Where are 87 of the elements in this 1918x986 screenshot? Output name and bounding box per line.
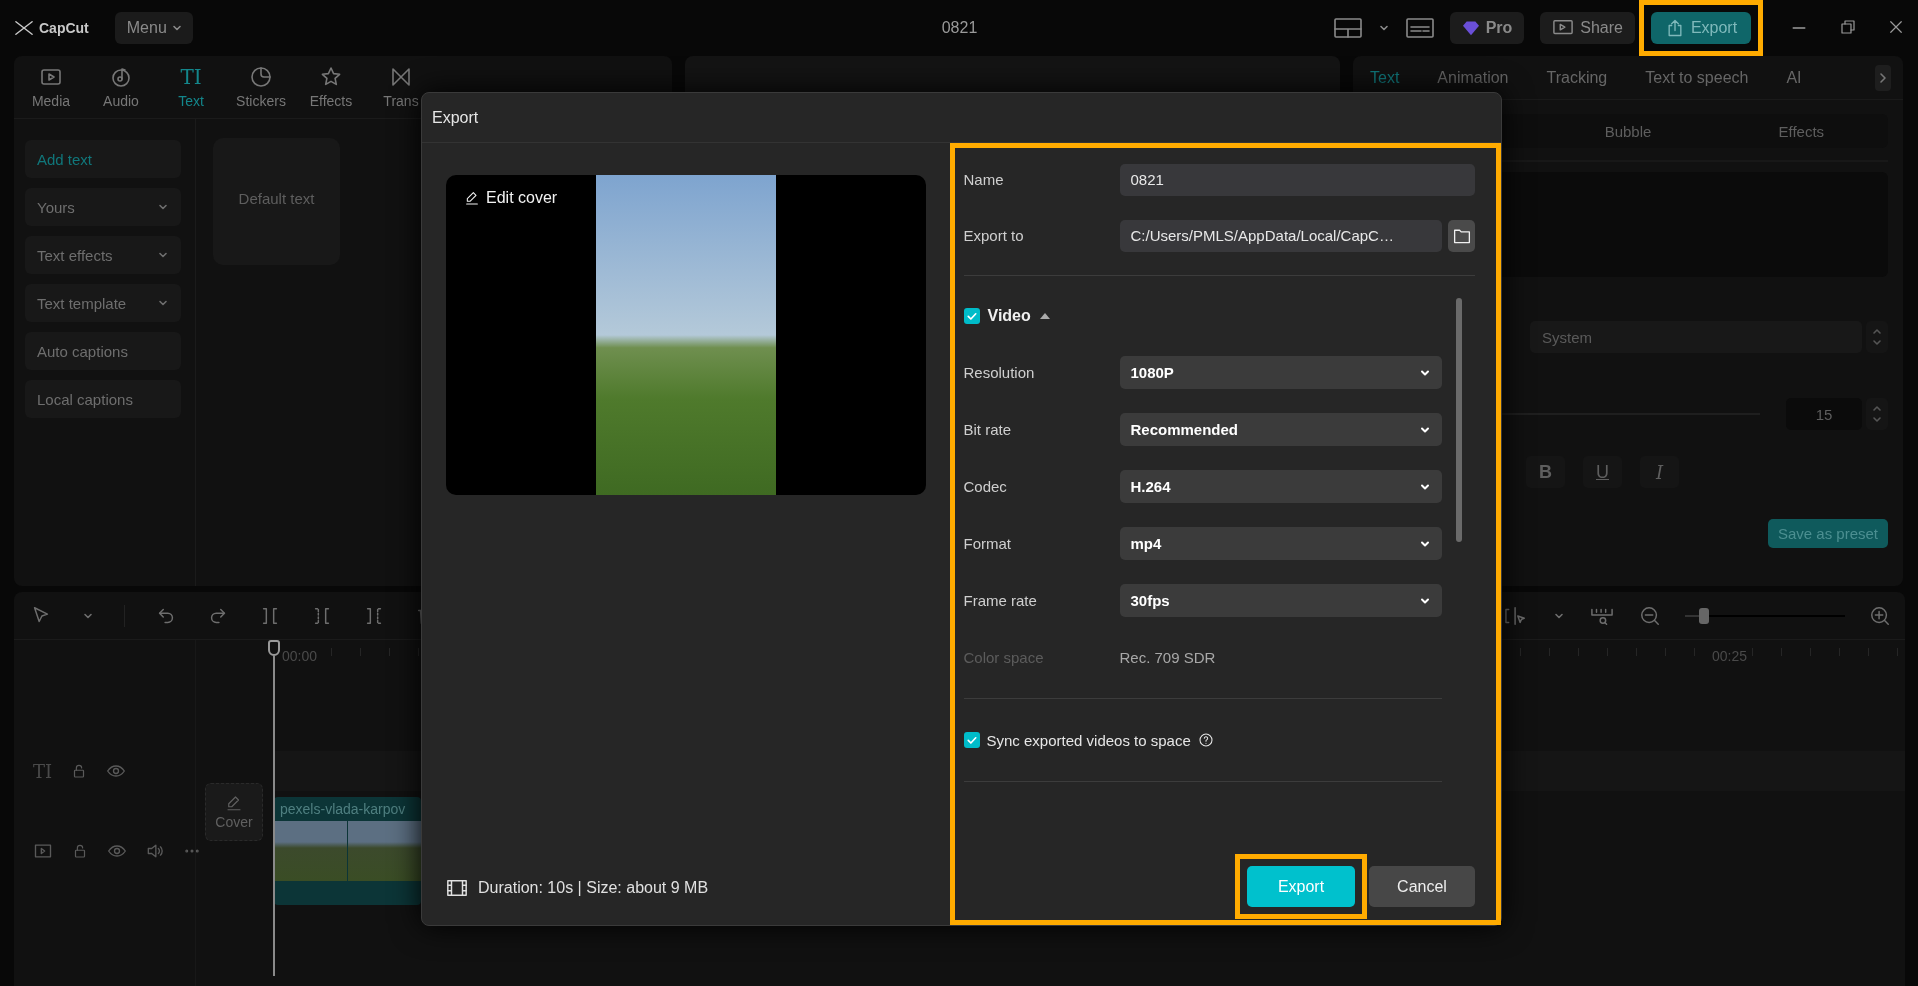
text-track-icon: TI xyxy=(33,760,53,782)
dialog-title: Export xyxy=(422,93,1501,143)
playhead[interactable] xyxy=(268,640,280,976)
panel-tab[interactable]: TI Text xyxy=(156,56,226,118)
zoom-slider[interactable] xyxy=(1685,608,1845,623)
panel-tab[interactable]: Effects xyxy=(296,56,366,118)
category-item[interactable]: Auto captions xyxy=(25,332,181,370)
pencil-icon xyxy=(464,190,480,206)
layout-icon[interactable] xyxy=(1333,18,1362,38)
slider-thumb[interactable] xyxy=(1699,607,1710,624)
menu-button[interactable]: Menu xyxy=(114,12,193,44)
category-item[interactable]: Text effects xyxy=(25,236,181,274)
app-name: CapCut xyxy=(39,20,89,36)
subtitle-icon[interactable] xyxy=(1405,18,1434,38)
zoom-in-icon[interactable] xyxy=(1869,604,1891,627)
cancel-button[interactable]: Cancel xyxy=(1369,866,1475,907)
panel-tab[interactable]: Media xyxy=(16,56,86,118)
video-clip[interactable]: pexels-vlada-karpov xyxy=(274,797,421,905)
field-label: Name xyxy=(963,171,1005,188)
text-style-button[interactable]: I xyxy=(1640,456,1679,488)
text-style-button[interactable]: B xyxy=(1526,456,1565,488)
dropdown[interactable]: mp4 xyxy=(1119,527,1442,560)
name-field[interactable]: 0821 xyxy=(1119,163,1475,196)
dropdown[interactable]: 1080P xyxy=(1119,356,1442,389)
field-label: Resolution xyxy=(963,364,1036,381)
panel-tab[interactable]: Stickers xyxy=(226,56,296,118)
panel-tab[interactable]: Text xyxy=(1370,68,1400,87)
close-icon[interactable] xyxy=(1887,18,1905,36)
restore-icon[interactable] xyxy=(1839,18,1857,36)
size-field[interactable]: 15 xyxy=(1786,398,1862,430)
project-title: 0821 xyxy=(941,19,978,37)
field-label: Export to xyxy=(963,227,1025,244)
chevron-right-icon xyxy=(1878,71,1888,84)
category-item[interactable]: Text template xyxy=(25,284,181,322)
checkbox-label: Sync exported videos to space xyxy=(986,731,1191,749)
time-label: 00:00 xyxy=(280,648,320,664)
dropdown[interactable]: H.264 xyxy=(1119,470,1442,503)
sub-tab[interactable]: Bubble xyxy=(1541,114,1715,148)
panel-tab[interactable]: Audio xyxy=(86,56,156,118)
panel-tab[interactable]: Tracking xyxy=(1546,68,1608,87)
sticker-icon xyxy=(249,65,273,89)
checkbox[interactable] xyxy=(963,732,980,748)
time-label: 00:25 xyxy=(1710,648,1750,664)
panel-tab[interactable]: AI xyxy=(1786,68,1802,87)
category-item[interactable]: Yours xyxy=(25,188,181,226)
clip-name: pexels-vlada-karpov xyxy=(279,800,407,819)
field-label: Format xyxy=(963,535,1012,552)
field-label: Bit rate xyxy=(963,421,1013,438)
zoom-out-icon[interactable] xyxy=(1639,604,1661,627)
diamond-icon xyxy=(1461,20,1480,36)
sub-tab[interactable]: Effects xyxy=(1714,114,1888,148)
category-item[interactable]: Local captions xyxy=(25,380,181,418)
scroll-right-button[interactable] xyxy=(1875,64,1891,91)
caret-up-icon[interactable] xyxy=(1038,312,1051,320)
pencil-icon xyxy=(225,794,243,812)
share-button[interactable]: Share xyxy=(1540,12,1635,44)
music-note-icon xyxy=(109,65,133,89)
export-summary: Duration: 10s | Size: about 9 MB xyxy=(478,879,709,897)
field-label: Frame rate xyxy=(963,592,1038,609)
dropdown[interactable]: 30fps xyxy=(1119,584,1442,617)
check-icon xyxy=(965,310,978,322)
panel-tab[interactable]: Text to speech xyxy=(1645,68,1749,87)
field-value: Rec. 709 SDR xyxy=(1119,649,1216,666)
panel-tab[interactable]: Animation xyxy=(1437,68,1509,87)
path-field[interactable]: C:/Users/PMLS/AppData/Local/CapC… xyxy=(1119,219,1442,252)
checkbox[interactable] xyxy=(963,308,980,324)
bowtie-icon xyxy=(389,65,413,89)
film-icon xyxy=(446,877,468,899)
check-icon xyxy=(965,734,978,746)
scrollbar[interactable] xyxy=(1455,298,1462,542)
cover-button[interactable]: Cover xyxy=(205,783,263,841)
dropdown[interactable]: Recommended xyxy=(1119,413,1442,446)
text-style-button[interactable]: U xyxy=(1583,456,1622,488)
font-dropdown[interactable]: System xyxy=(1530,321,1862,353)
text-tool-icon: TI xyxy=(180,65,202,89)
pro-button[interactable]: Pro xyxy=(1449,12,1525,44)
logo-icon xyxy=(14,19,34,37)
field-label: Codec xyxy=(963,478,1008,495)
save-preset-button[interactable]: Save as preset xyxy=(1767,519,1888,548)
help-icon[interactable] xyxy=(1197,732,1214,748)
category-item[interactable]: Add text xyxy=(25,140,181,178)
browse-folder-button[interactable] xyxy=(1448,219,1475,252)
edit-cover-button[interactable]: Edit cover xyxy=(464,189,558,207)
export-button[interactable]: Export xyxy=(1247,866,1355,907)
text-preset-card[interactable]: Default text xyxy=(213,138,340,265)
section-title: Video xyxy=(987,307,1031,325)
export-button[interactable]: Export xyxy=(1651,12,1751,44)
